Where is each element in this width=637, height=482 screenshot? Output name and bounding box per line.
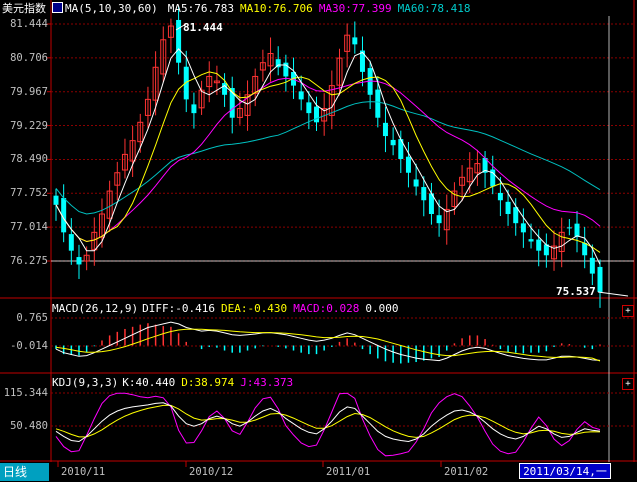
low-pointer <box>597 291 629 297</box>
candle-body-down <box>566 227 572 229</box>
candle-body-down <box>597 266 603 292</box>
y-tick-label: 115.344 <box>3 387 48 399</box>
macd-title: MACD(26,12,9) <box>52 302 139 315</box>
y-tick-label: 76.275 <box>10 255 48 267</box>
period-tab-daily[interactable]: 日线 <box>0 463 49 481</box>
kdj-d-value: D:38.974 <box>181 376 235 389</box>
kdj-k-value: K:40.440 <box>122 376 176 389</box>
ma5-value: MA5:76.783 <box>167 2 234 15</box>
candle-body-down <box>382 122 388 137</box>
candle-body-down <box>298 91 304 100</box>
ma10-line <box>55 71 601 253</box>
x-tick-label: 2011/02 <box>444 466 489 478</box>
candle-body-down <box>574 223 580 237</box>
candle-body-down <box>413 179 419 187</box>
chart-window: 美元指数 MA(5,10,30,60) MA5:76.783 MA10:76.706 M… <box>0 0 637 482</box>
chart-canvas <box>0 0 637 467</box>
candle-body-down <box>528 239 534 242</box>
candle-body-down <box>520 223 526 233</box>
ma60-line <box>55 101 601 215</box>
macd-dea-line <box>55 328 601 362</box>
y-tick-label: 0.765 <box>16 312 48 324</box>
plus-icon[interactable]: + <box>622 378 634 390</box>
macd-dea-value: DEA:-0.430 <box>220 302 288 315</box>
plus-icon[interactable]: + <box>622 305 634 317</box>
ma-indicator-label[interactable]: MA(5,10,30,60) <box>52 2 164 15</box>
ma10-value: MA10:76.706 <box>239 2 313 15</box>
y-tick-label: 50.480 <box>10 420 48 432</box>
candle-body-down <box>497 192 503 201</box>
y-tick-label: -0.014 <box>10 340 48 352</box>
candle-body-down <box>513 207 519 224</box>
ma60-value: MA60:78.418 <box>397 2 471 15</box>
candle-body-down <box>314 106 320 123</box>
candle-body-down <box>306 102 312 114</box>
y-tick-label: 77.014 <box>10 221 48 234</box>
ma5-line <box>55 48 601 265</box>
candle-body-down <box>68 234 74 251</box>
candle-body-down <box>436 215 442 224</box>
indicator-toggle-icon[interactable] <box>52 2 63 13</box>
candle-body-down <box>405 156 411 173</box>
kdj-j-value: J:43.373 <box>240 376 294 389</box>
candle-body-down <box>176 19 182 63</box>
y-tick-label: 77.752 <box>10 187 48 200</box>
candle-body-down <box>589 257 595 274</box>
ma30-value: MA30:77.399 <box>318 2 392 15</box>
macd-diff-value: DIFF:-0.416 <box>142 302 215 315</box>
candle-body-down <box>183 66 189 100</box>
macd-diff-line <box>55 321 601 362</box>
macd-panel-header: MACD(26,12,9) DIFF:-0.416 DEA:-0.430 MACD:0… <box>52 302 405 315</box>
y-tick-label: 81.444 <box>10 18 48 30</box>
candle-body-down <box>505 201 511 215</box>
candle-body-down <box>375 89 381 118</box>
low-price-label: 75.537 <box>556 285 596 298</box>
candle-body-down <box>222 83 228 95</box>
candle-body-down <box>390 139 396 146</box>
high-price-label: 81.444 <box>183 21 223 34</box>
y-tick-label: 79.229 <box>10 119 48 132</box>
candle-body-down <box>76 257 82 265</box>
candle-body-down <box>421 187 427 201</box>
x-tick-label: 2010/11 <box>61 466 106 478</box>
instrument-title: 美元指数 <box>2 2 46 15</box>
kdj-panel-header: KDJ(9,3,3) K:40.440 D:38.974 J:43.373 <box>52 376 299 389</box>
y-tick-label: 78.490 <box>10 153 48 166</box>
cursor-date-label: 2011/03/14,一 <box>519 463 611 479</box>
macd-extra-value: 0.000 <box>365 302 399 315</box>
macd-value: MACD:0.028 <box>293 302 360 315</box>
y-tick-label: 80.706 <box>10 51 48 64</box>
candle-body-down <box>582 242 588 256</box>
candle-body-down <box>352 37 358 45</box>
x-tick-label: 2011/01 <box>326 466 371 478</box>
candle-body-down <box>536 239 542 251</box>
y-tick-label: 79.967 <box>10 85 48 98</box>
main-panel-header: 美元指数 MA(5,10,30,60) MA5:76.783 MA10:76.706 M… <box>2 2 477 15</box>
candle-body-down <box>191 104 197 114</box>
candle-body-down <box>53 195 59 205</box>
x-tick-label: 2010/12 <box>189 466 234 478</box>
kdj-title: KDJ(9,3,3) <box>52 376 119 389</box>
